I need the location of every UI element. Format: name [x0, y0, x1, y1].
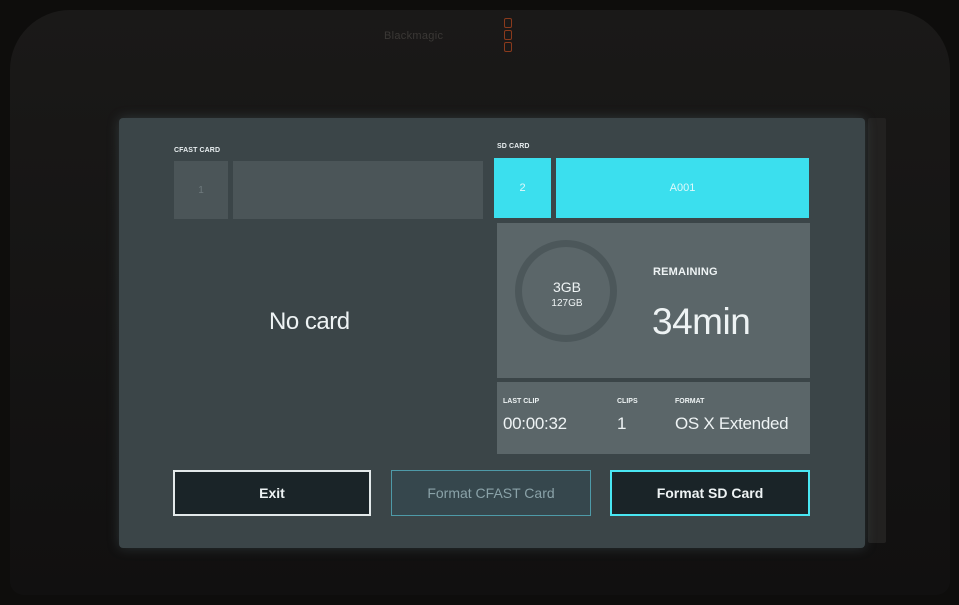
cfast-card-label: CFAST CARD: [174, 147, 221, 154]
storage-used: 3GB: [552, 279, 581, 295]
remaining-label: REMAINING: [653, 266, 718, 278]
sd-card-label: SD CARD: [497, 143, 530, 150]
cfast-slot-bar[interactable]: [233, 161, 483, 219]
last-clip-label: LAST CLIP: [503, 398, 540, 405]
sd-clip-name[interactable]: A001: [556, 158, 809, 218]
last-clip-value: 00:00:32: [503, 414, 567, 433]
clips-value: 1: [617, 414, 627, 433]
format-cfast-button[interactable]: Format CFAST Card: [391, 470, 591, 516]
cfast-slot-number[interactable]: 1: [174, 161, 228, 219]
format-value: OS X Extended: [675, 414, 789, 433]
sd-slot-number[interactable]: 2: [494, 158, 551, 218]
blackmagic-logo-icon: [504, 18, 514, 58]
brand-name: Blackmagic: [384, 30, 444, 42]
format-label: FORMAT: [675, 398, 705, 405]
format-sd-button[interactable]: Format SD Card: [610, 470, 810, 516]
bezel-edge: [868, 118, 886, 543]
media-screen: CFAST CARD 1 No card SD CARD 2 A001 3GB …: [119, 118, 865, 548]
sd-stats-panel: LAST CLIP 00:00:32 CLIPS 1 FORMAT OS X E…: [497, 382, 810, 454]
clips-label: CLIPS: [617, 398, 638, 405]
exit-button[interactable]: Exit: [173, 470, 371, 516]
remaining-value: 34min: [652, 301, 751, 342]
storage-total: 127GB: [551, 298, 583, 309]
cfast-status: No card: [269, 308, 350, 335]
sd-info-panel: 3GB 127GB REMAINING 34min: [497, 223, 810, 378]
